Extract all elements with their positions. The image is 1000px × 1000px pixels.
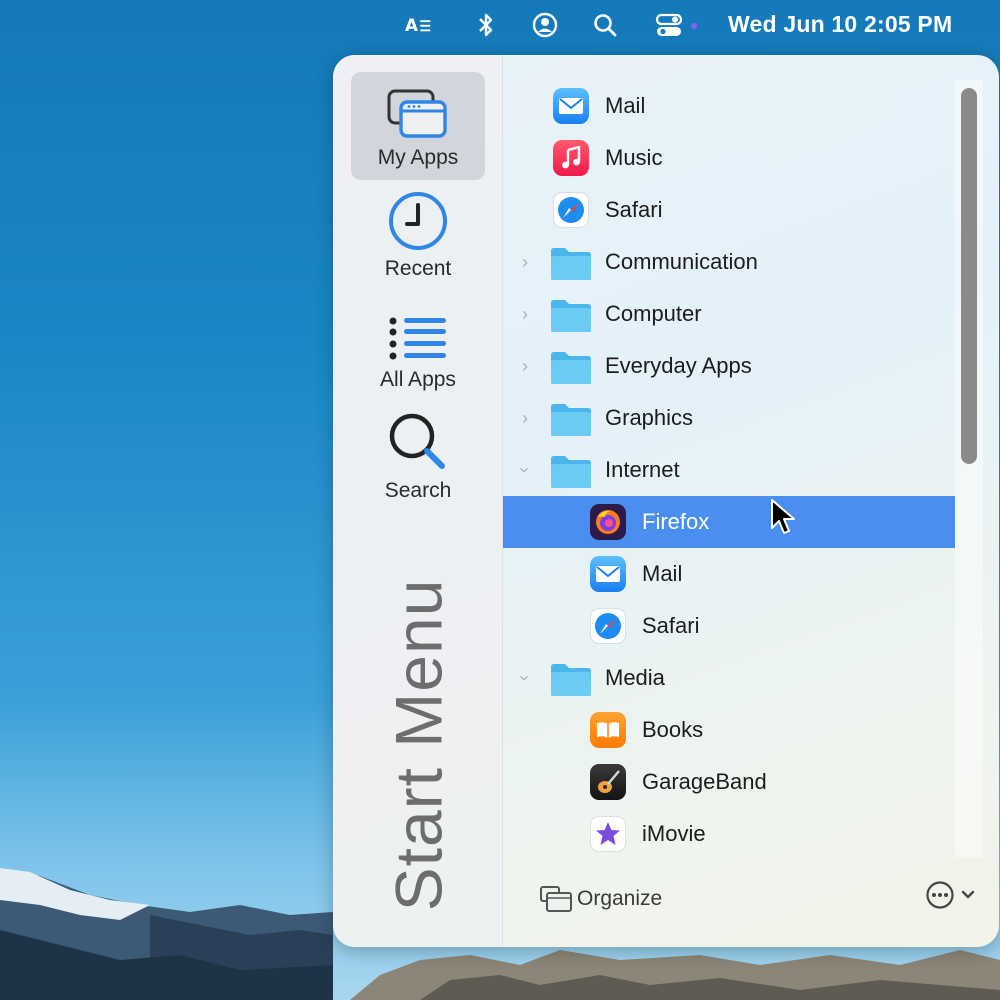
chevron-right-icon[interactable]: › [517, 250, 533, 274]
list-item-label: GarageBand [642, 769, 767, 794]
menu-bar: A Wed Jun 10 2:05 PM [0, 0, 1000, 50]
sidebar-item-search[interactable]: Search [351, 405, 485, 513]
app-list: Mail Music Safari › Communication › Comp… [503, 80, 955, 888]
organize-button[interactable]: Organize [539, 884, 662, 914]
chevron-right-icon[interactable]: › [517, 354, 533, 378]
sidebar-item-label: My Apps [377, 146, 459, 169]
imovie-icon [590, 816, 626, 852]
control-center-icon[interactable] [655, 12, 701, 38]
list-item-imovie[interactable]: iMovie [503, 808, 955, 860]
list-item-mail[interactable]: Mail [503, 80, 955, 132]
mail-icon [590, 556, 626, 592]
list-item-graphics-folder[interactable]: › Graphics [503, 392, 955, 444]
folder-icon [551, 352, 591, 384]
folder-icon [551, 404, 591, 436]
list-item-books[interactable]: Books [503, 704, 955, 756]
more-options-button[interactable] [925, 880, 975, 910]
music-icon [553, 140, 589, 176]
menu-bar-clock[interactable]: Wed Jun 10 2:05 PM [728, 11, 952, 38]
safari-icon [553, 192, 589, 228]
sidebar-item-my-apps[interactable]: My Apps [351, 72, 485, 180]
garageband-icon [590, 764, 626, 800]
start-menu-panel: My Apps Recent All Apps Search Start Men… [333, 55, 999, 947]
list-item-media-folder[interactable]: › Media [503, 652, 955, 704]
search-icon[interactable] [592, 12, 618, 38]
list-item-label: Media [605, 665, 665, 690]
list-item-label: Communication [605, 249, 758, 274]
sidebar-item-all-apps[interactable]: All Apps [351, 294, 485, 402]
start-menu-sidebar: My Apps Recent All Apps Search Start Men… [333, 55, 503, 947]
chevron-right-icon[interactable]: › [517, 406, 533, 430]
books-icon [590, 712, 626, 748]
list-item-label: iMovie [642, 821, 706, 846]
folder-icon [551, 456, 591, 488]
start-menu-footer: Organize [503, 858, 999, 947]
folder-icon [551, 664, 591, 696]
sidebar-item-recent[interactable]: Recent [351, 183, 485, 291]
sidebar-item-label: Search [384, 479, 452, 502]
list-item-mail[interactable]: Mail [503, 548, 955, 600]
list-item-safari[interactable]: Safari [503, 184, 955, 236]
user-icon[interactable] [532, 12, 558, 38]
text-input-icon[interactable]: A [405, 12, 431, 38]
search-icon [389, 413, 445, 469]
list-item-garageband[interactable]: GarageBand [503, 756, 955, 808]
list-item-everyday-apps-folder[interactable]: › Everyday Apps [503, 340, 955, 392]
list-item-label: Mail [642, 561, 683, 586]
list-item-computer-folder[interactable]: › Computer [503, 288, 955, 340]
chevron-down-icon[interactable]: › [513, 670, 537, 686]
bluetooth-icon[interactable] [473, 12, 499, 38]
sidebar-item-label: Recent [384, 257, 452, 280]
sidebar-item-label: All Apps [380, 368, 456, 391]
folder-icon [551, 248, 591, 280]
list-item-communication-folder[interactable]: › Communication [503, 236, 955, 288]
list-item-label: Music [605, 145, 663, 170]
list-icon [389, 317, 446, 360]
organize-icon [540, 886, 572, 912]
list-item-label: Safari [642, 613, 700, 638]
list-item-safari[interactable]: Safari [503, 600, 955, 652]
clock-icon [389, 192, 447, 250]
list-item-label: Books [642, 717, 704, 742]
list-item-label: Mail [605, 93, 646, 118]
start-menu-title: Start Menu [381, 578, 456, 912]
list-item-label: Safari [605, 197, 663, 222]
scrollbar-thumb[interactable] [961, 88, 977, 464]
chevron-down-icon[interactable]: › [513, 462, 537, 478]
mouse-cursor-icon [771, 499, 795, 534]
ellipsis-circle-icon [926, 881, 954, 909]
chevron-right-icon[interactable]: › [517, 302, 533, 326]
list-item-label: Firefox [642, 509, 710, 534]
chevron-down-icon [961, 890, 975, 899]
folder-icon [551, 300, 591, 332]
list-item-music[interactable]: Music [503, 132, 955, 184]
list-item-label: Computer [605, 301, 702, 326]
list-item-label: Graphics [605, 405, 694, 430]
list-item-label: Everyday Apps [605, 353, 752, 378]
safari-icon [590, 608, 626, 644]
list-item-label: Internet [605, 457, 680, 482]
my-apps-icon [387, 89, 447, 138]
svg-text:A: A [405, 15, 418, 35]
mail-icon [553, 88, 589, 124]
list-item-firefox[interactable]: Firefox [503, 496, 955, 548]
firefox-icon [590, 504, 626, 540]
organize-label: Organize [577, 887, 663, 910]
list-item-internet-folder[interactable]: › Internet [503, 444, 955, 496]
